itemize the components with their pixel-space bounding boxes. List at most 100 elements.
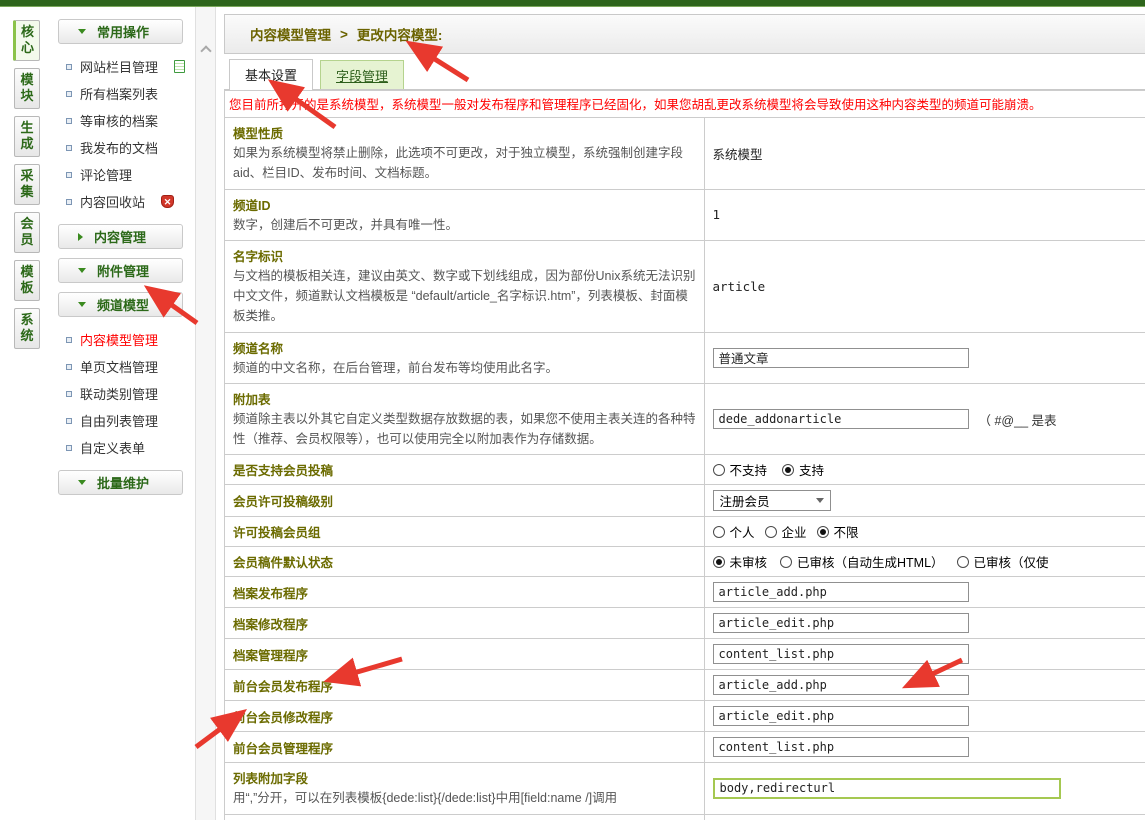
radio-checked-icon[interactable]: [817, 526, 829, 538]
radio-checked-icon[interactable]: [782, 464, 794, 476]
radio-icon[interactable]: [713, 526, 725, 538]
tab-bar: 基本设置 字段管理: [224, 59, 1145, 90]
list-extra-fields-input[interactable]: [713, 778, 1061, 799]
radio-option[interactable]: 不支持: [713, 460, 768, 479]
bullet-icon: [66, 364, 72, 370]
field-description: 如果为系统模型将禁止删除，此选项不可更改，对于独立模型，系统强制创建字段aid、…: [233, 143, 696, 184]
radio-option[interactable]: 未审核: [713, 552, 768, 571]
rail-tab-generate[interactable]: 生成: [14, 116, 40, 157]
sidebar-item-site-columns[interactable]: 网站栏目管理: [55, 53, 195, 80]
rail-tab-members[interactable]: 会员: [14, 212, 40, 253]
radio-option[interactable]: 已审核（仅使: [957, 552, 1049, 571]
tab-field-management[interactable]: 字段管理: [320, 60, 404, 89]
tab-basic-settings[interactable]: 基本设置: [229, 59, 313, 90]
front-edit-program-input[interactable]: [713, 706, 969, 726]
radio-icon[interactable]: [957, 556, 969, 568]
radio-option[interactable]: 个人: [713, 522, 755, 541]
breadcrumb: 内容模型管理 > 更改内容模型:: [224, 14, 1145, 54]
chevron-down-icon: [78, 268, 86, 273]
channel-name-input[interactable]: [713, 348, 969, 368]
bullet-icon: [66, 145, 72, 151]
field-description: 用“,”分开，可以在列表模板{dede:list}{/dede:list}中用[…: [233, 788, 696, 808]
sidebar-item-all-archives[interactable]: 所有档案列表: [55, 80, 195, 107]
sidebar-item-comments[interactable]: 评论管理: [55, 161, 195, 188]
addon-table-input[interactable]: [713, 409, 969, 429]
table-row: 是否支持会员投稿 不支持 支持: [225, 455, 1145, 485]
field-label: 名字标识: [233, 250, 283, 264]
sidebar-item-pending-archives[interactable]: 等审核的档案: [55, 107, 195, 134]
field-label: 频道ID: [233, 199, 271, 213]
bullet-icon: [66, 418, 72, 424]
field-label: 列表附加字段: [233, 772, 308, 786]
section-common-operations[interactable]: 常用操作: [58, 19, 183, 44]
bullet-icon: [66, 91, 72, 97]
archive-manage-program-input[interactable]: [713, 644, 969, 664]
warning-text: 您目前所打开的是系统模型，系统模型一般对发布程序和管理程序已经固化，如果您胡乱更…: [225, 91, 1145, 118]
bullet-icon: [66, 337, 72, 343]
sidebar-item-my-documents[interactable]: 我发布的文档: [55, 134, 195, 161]
field-label: 会员稿件默认状态: [233, 556, 333, 570]
radio-checked-icon[interactable]: [713, 556, 725, 568]
radio-option[interactable]: 已审核（自动生成HTML）: [780, 552, 944, 571]
name-identifier-value: article: [713, 279, 766, 294]
front-manage-program-input[interactable]: [713, 737, 969, 757]
radio-icon[interactable]: [780, 556, 792, 568]
field-description: 数字，创建后不可更改，并具有唯一性。: [233, 215, 696, 235]
table-row: 频道ID 数字，创建后不可更改，并具有唯一性。 1: [225, 189, 1145, 240]
sidebar-item-linked-categories[interactable]: 联动类别管理: [55, 380, 195, 407]
section-attachment-management[interactable]: 附件管理: [58, 258, 183, 283]
table-row: 档案发布程序: [225, 577, 1145, 608]
rail-tab-core[interactable]: 核心: [13, 20, 40, 61]
section-channel-models[interactable]: 频道模型: [58, 292, 183, 317]
field-label: 附加表: [233, 393, 271, 407]
front-publish-program-input[interactable]: [713, 675, 969, 695]
document-icon: [174, 60, 185, 73]
table-row: 列表附加字段 用“,”分开，可以在列表模板{dede:list}{/dede:l…: [225, 763, 1145, 814]
rail-tab-collect[interactable]: 采集: [14, 164, 40, 205]
field-label: 模型性质: [233, 127, 283, 141]
bullet-icon: [66, 64, 72, 70]
breadcrumb-section[interactable]: 内容模型管理: [250, 24, 331, 44]
channel-id-value: 1: [713, 207, 721, 222]
sidebar-item-single-page-docs[interactable]: 单页文档管理: [55, 353, 195, 380]
radio-icon[interactable]: [765, 526, 777, 538]
radio-icon[interactable]: [713, 464, 725, 476]
bullet-icon: [66, 118, 72, 124]
field-label: 档案管理程序: [233, 649, 308, 663]
field-label: 档案修改程序: [233, 618, 308, 632]
rail-tab-modules[interactable]: 模块: [14, 68, 40, 109]
bullet-icon: [66, 172, 72, 178]
sidebar-item-free-lists[interactable]: 自由列表管理: [55, 407, 195, 434]
table-row: 前台会员修改程序: [225, 701, 1145, 732]
radio-option[interactable]: 不限: [817, 522, 859, 541]
section-batch-maintenance[interactable]: 批量维护: [58, 470, 183, 495]
table-row: 档案管理程序: [225, 639, 1145, 670]
archive-edit-program-input[interactable]: [713, 613, 969, 633]
member-level-select[interactable]: 注册会员: [713, 490, 831, 511]
sidebar-menu: 常用操作 网站栏目管理 所有档案列表 等审核的档案 我发布的文档: [55, 7, 195, 504]
field-label: 频道名称: [233, 342, 283, 356]
sidebar-item-custom-forms[interactable]: 自定义表单: [55, 434, 195, 461]
archive-publish-program-input[interactable]: [713, 582, 969, 602]
member-group-radio-group: 个人 企业 不限: [713, 522, 1145, 541]
sidebar-item-content-model-management[interactable]: 内容模型管理: [55, 326, 195, 353]
field-description: 与文档的模板相关连，建议由英文、数字或下划线组成，因为部份Unix系统无法识别中…: [233, 266, 696, 327]
field-description: 频道的中文名称，在后台管理，前台发布等均使用此名字。: [233, 358, 696, 378]
field-label: 前台会员管理程序: [233, 742, 333, 756]
breadcrumb-separator: >: [340, 27, 348, 42]
section-content-management[interactable]: 内容管理: [58, 224, 183, 249]
sidebar-item-recycle-bin[interactable]: 内容回收站 ✕: [55, 188, 195, 215]
model-type-value: 系统模型: [713, 148, 763, 162]
model-settings-table: 您目前所打开的是系统模型，系统模型一般对发布程序和管理程序已经固化，如果您胡乱更…: [224, 90, 1145, 820]
radio-option[interactable]: 支持: [782, 460, 824, 479]
bullet-icon: [66, 391, 72, 397]
rail-tab-templates[interactable]: 模板: [14, 260, 40, 301]
sidebar-scrollbar[interactable]: [195, 7, 216, 820]
rail-tab-system[interactable]: 系统: [14, 308, 40, 349]
radio-option[interactable]: 企业: [765, 522, 807, 541]
module-rail: 核心 模块 生成 采集 会员 模板 系统: [0, 7, 55, 349]
field-label: 前台会员发布程序: [233, 680, 333, 694]
main-content: 内容模型管理 > 更改内容模型: 基本设置 字段管理 您目前所打开的是系统模型，…: [216, 7, 1145, 820]
scroll-up-icon[interactable]: [200, 45, 211, 56]
table-row: 许可投稿会员组 个人 企业 不限: [225, 517, 1145, 547]
